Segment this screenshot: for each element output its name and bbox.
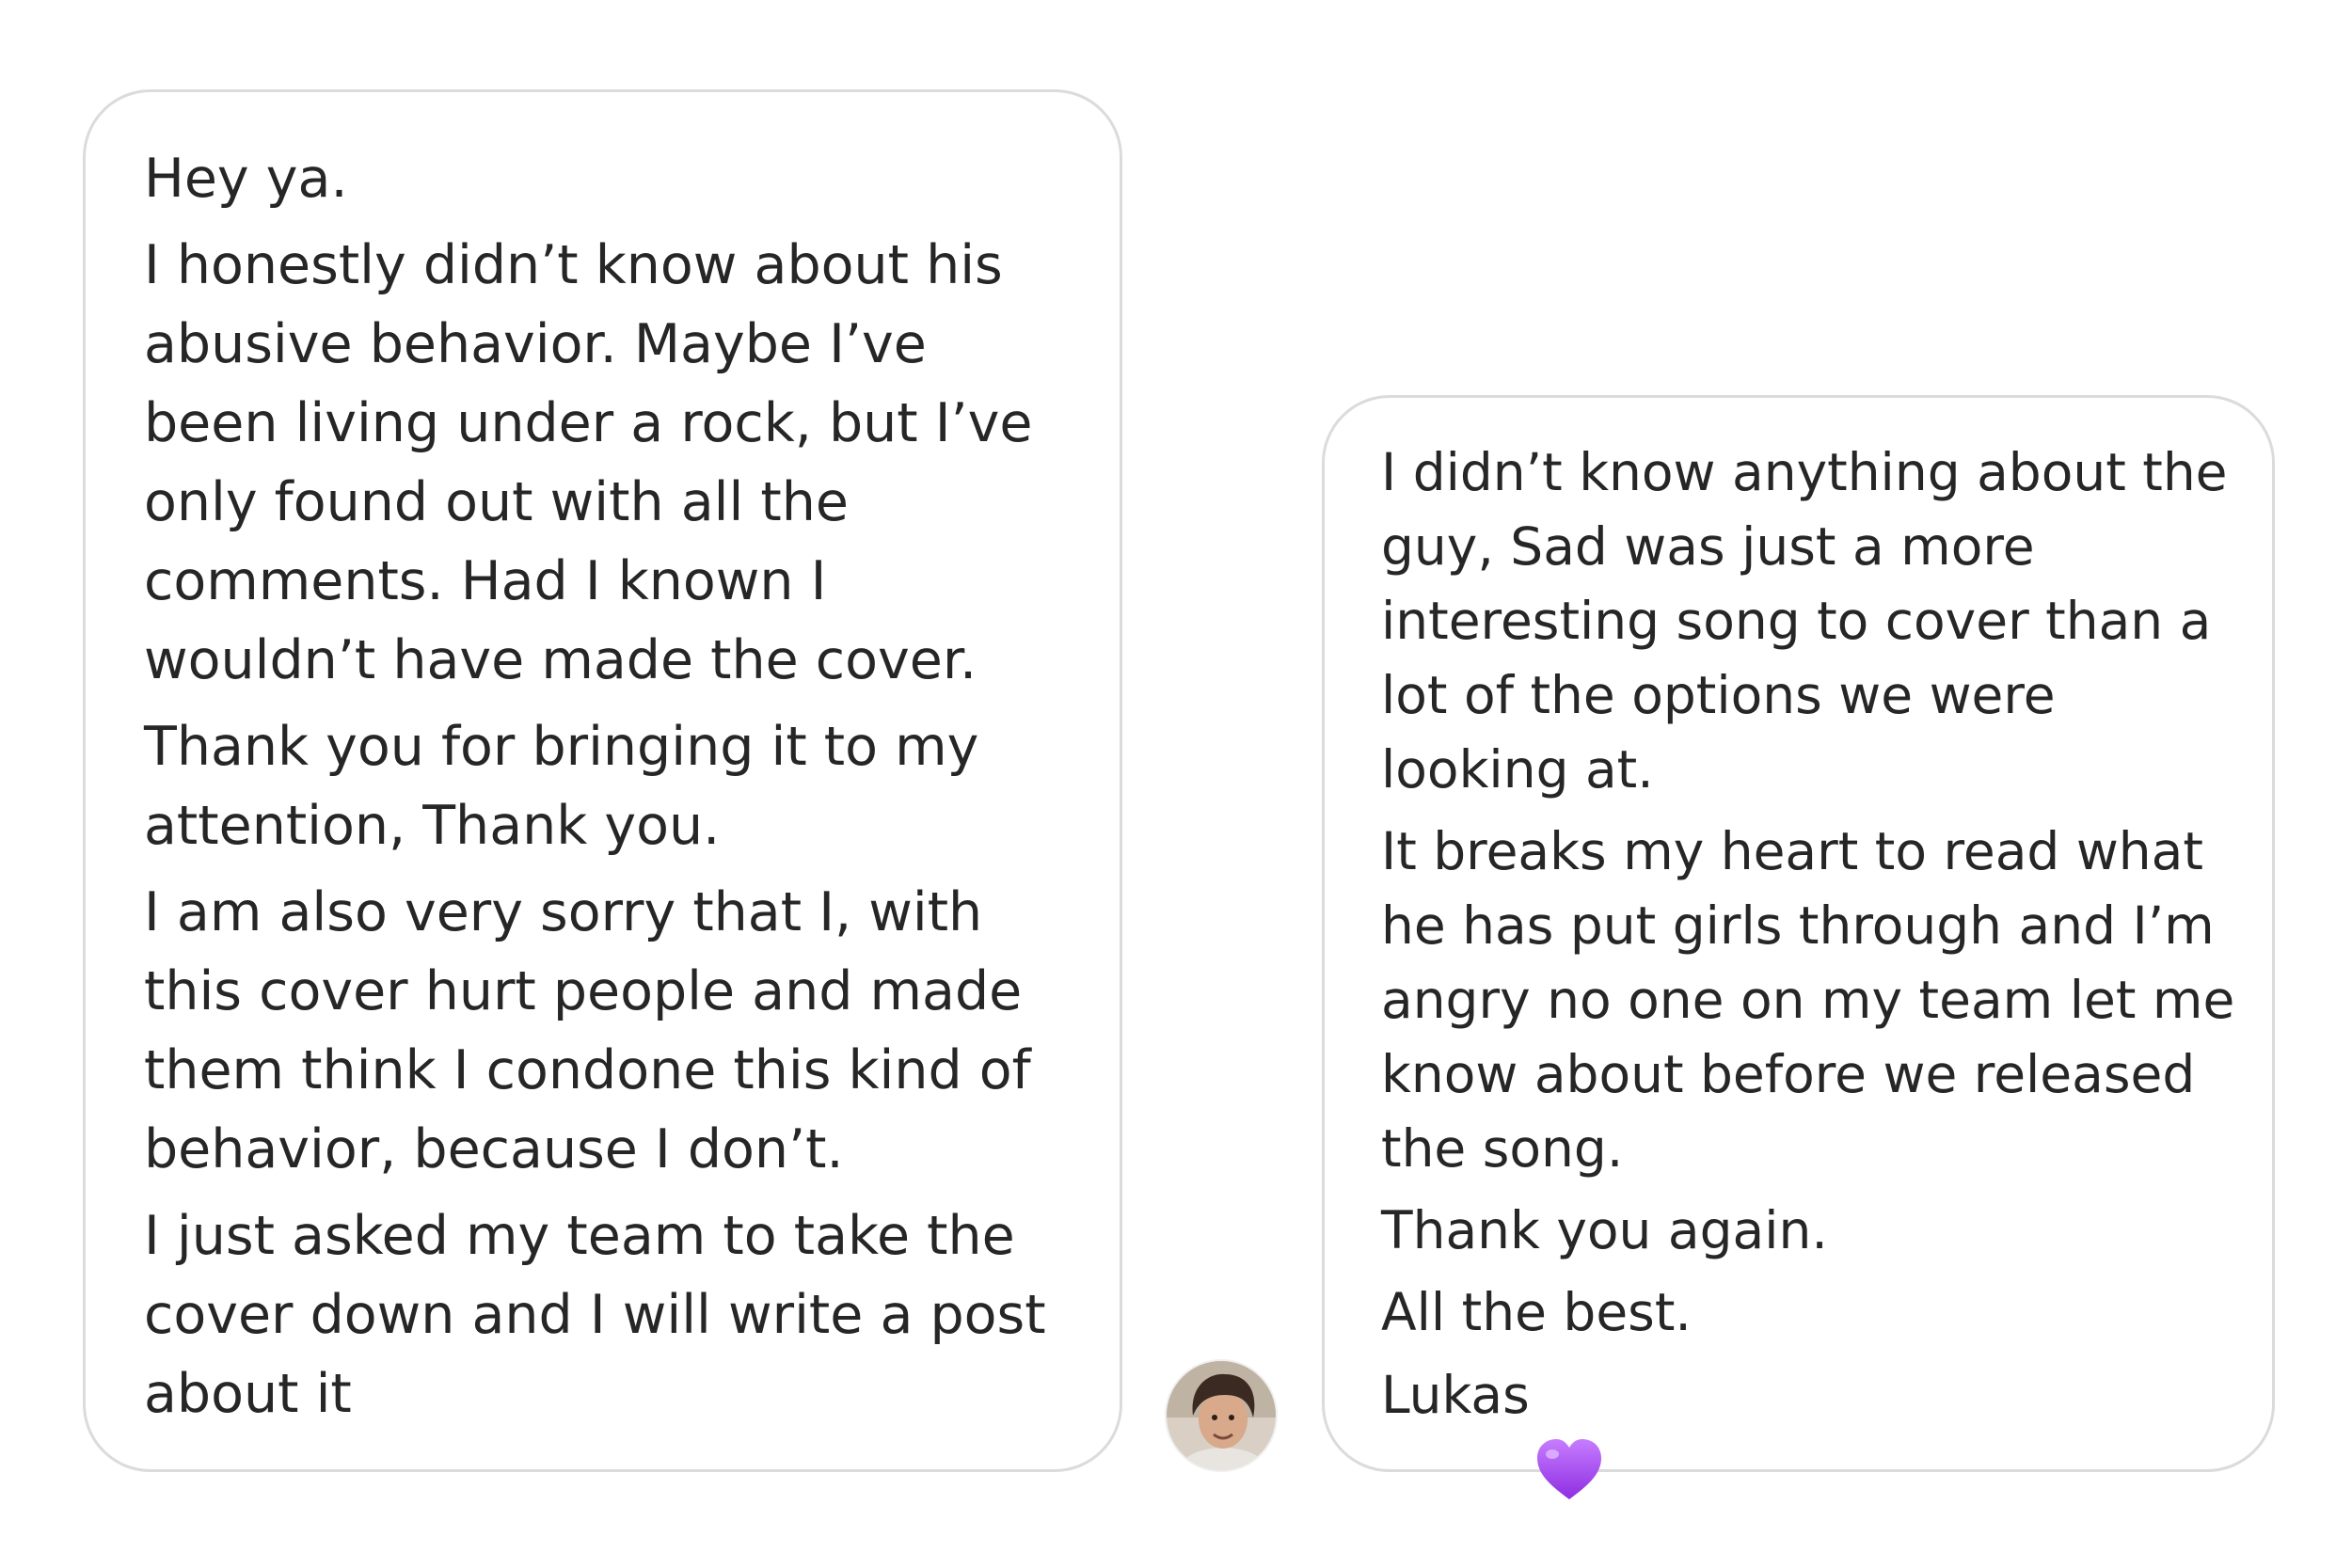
signature-name: Lukas — [1381, 1364, 1530, 1425]
avatar[interactable] — [1165, 1359, 1278, 1472]
message-paragraph: I just asked my team to take the cover d… — [144, 1205, 1046, 1425]
message-paragraph: Hey ya. — [144, 148, 348, 210]
message-bubble-left: Hey ya. I honestly didn’t know about his… — [83, 89, 1122, 1472]
message-paragraph: Thank you for bringing it to my attentio… — [144, 716, 979, 857]
message-paragraph: I am also very sorry that I, with this c… — [144, 881, 1031, 1180]
message-bubble-right: I didn’t know anything about the guy, Sa… — [1322, 395, 2275, 1499]
message-paragraph: Thank you again. — [1381, 1200, 1828, 1260]
message-signature: Lukas — [1381, 1357, 2244, 1499]
purple-heart-icon — [1532, 1357, 1607, 1499]
message-paragraph: It breaks my heart to read what he has p… — [1381, 821, 2235, 1179]
message-paragraph: All the best. — [1381, 1282, 1692, 1342]
avatar-photo — [1167, 1361, 1276, 1470]
message-paragraph: I honestly didn’t know about his abusive… — [144, 234, 1033, 691]
message-paragraph: I didn’t know anything about the guy, Sa… — [1381, 442, 2228, 800]
